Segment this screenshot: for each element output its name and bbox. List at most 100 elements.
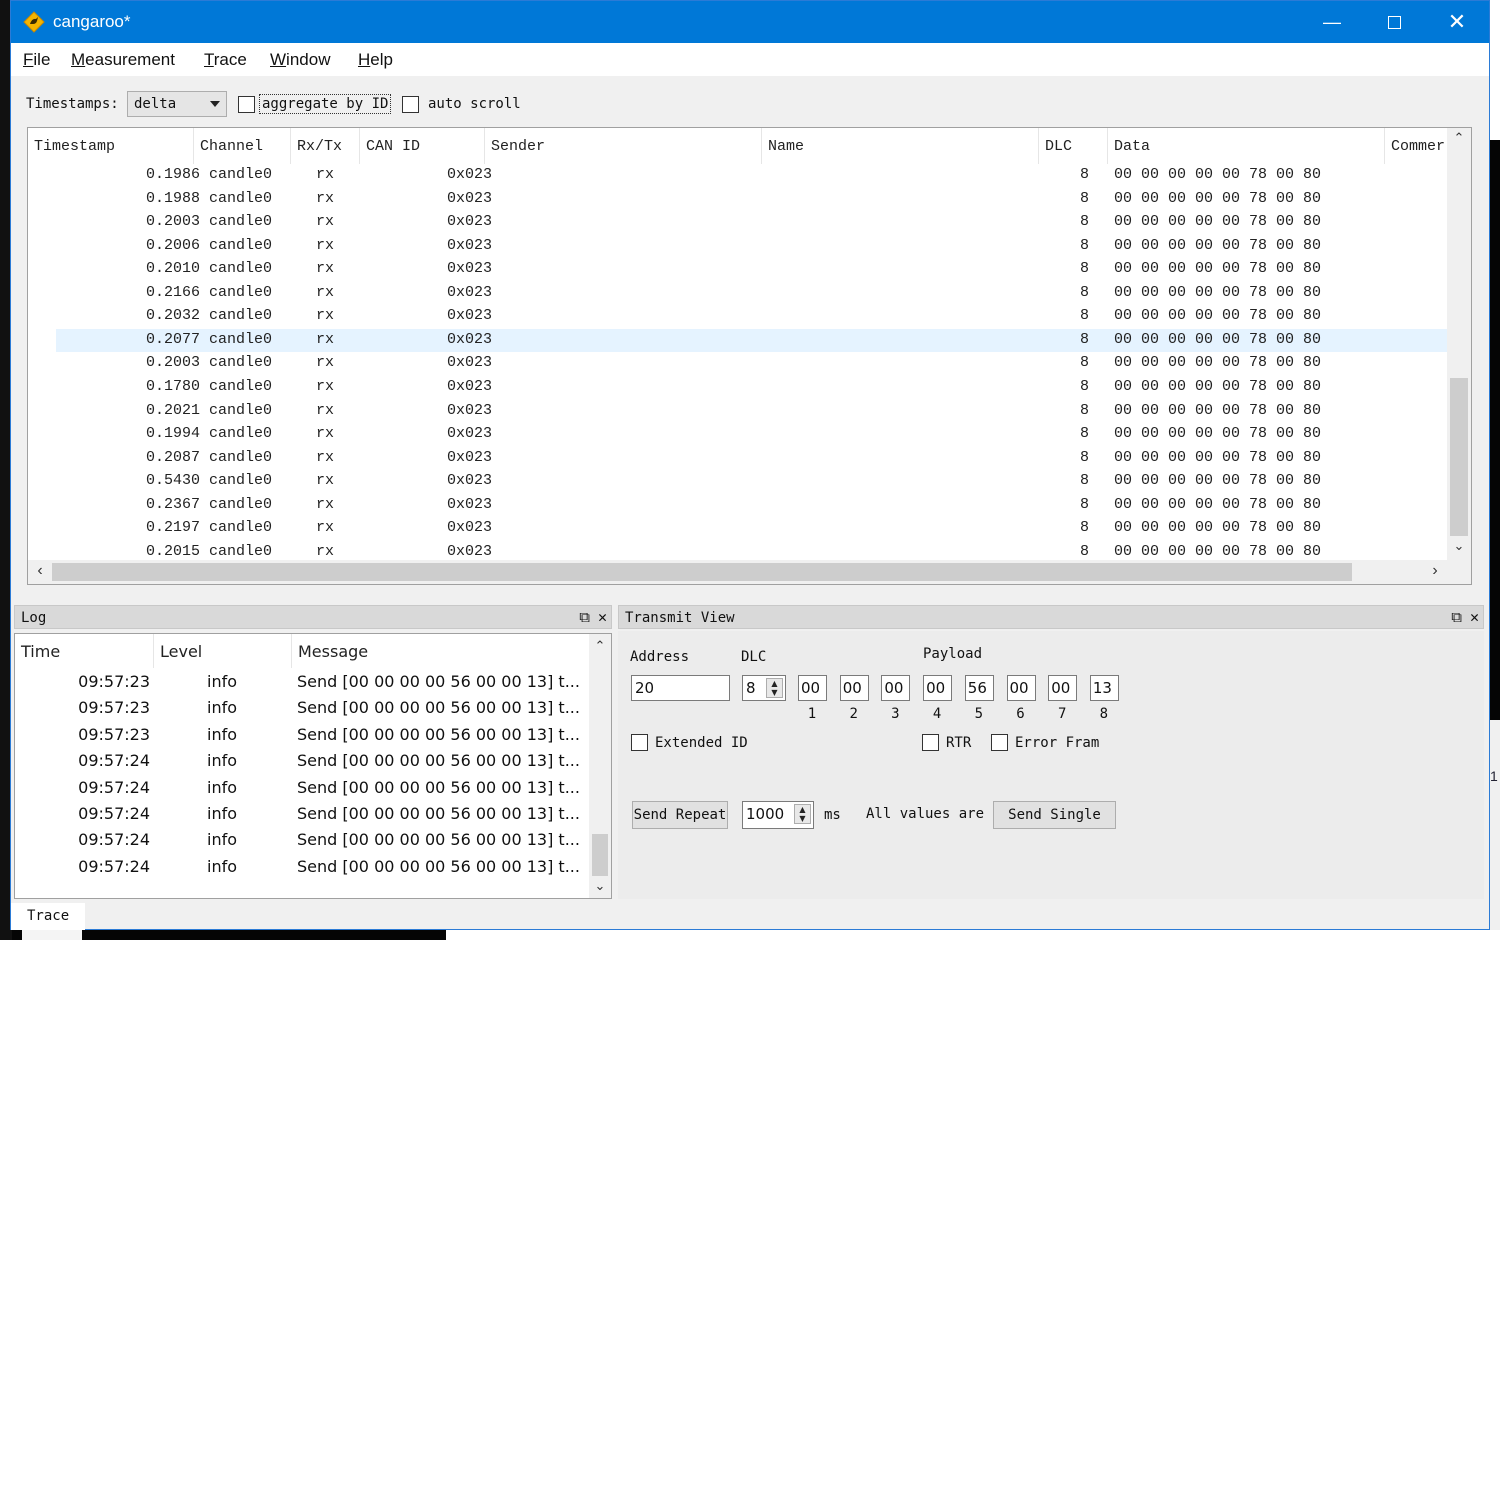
trace-row[interactable]: 0.2166 candle0 rx 0x023 8 00 00 00 00 00 78 0… — [28, 282, 1447, 306]
extended-id-label[interactable]: Extended ID — [655, 735, 748, 751]
menu-help[interactable]: Help — [358, 50, 393, 70]
column-header-comment[interactable]: Commer — [1385, 128, 1449, 164]
trace-hscroll-thumb[interactable] — [52, 563, 1352, 581]
menu-trace[interactable]: Trace — [204, 50, 247, 70]
rtr-checkbox[interactable] — [922, 734, 939, 751]
cell-message: Send [00 00 00 00 56 00 00 13] t... — [297, 830, 580, 850]
column-header-data[interactable]: Data — [1108, 128, 1385, 164]
spin-arrows-icon[interactable]: ▲ ▼ — [794, 804, 811, 824]
cell-dlc: 8 — [1079, 495, 1089, 513]
menu-file[interactable]: File — [23, 50, 50, 70]
scroll-up-icon[interactable]: ⌃ — [1447, 130, 1471, 150]
trace-row[interactable]: 0.2087 candle0 rx 0x023 8 00 00 00 00 00 78 0… — [28, 447, 1447, 471]
cell-channel: candle0 — [209, 448, 273, 466]
log-dock-title: Log — [21, 610, 47, 626]
scroll-left-icon[interactable]: ‹ — [30, 562, 50, 580]
trace-row[interactable]: 0.2021 candle0 rx 0x023 8 00 00 00 00 00 78 0… — [28, 400, 1447, 424]
payload-byte-input[interactable]: 00 — [1006, 675, 1036, 701]
dlc-spinbox[interactable]: 8 ▲ ▼ — [742, 675, 786, 701]
log-row[interactable]: 09:57:24 info Send [00 00 00 00 56 00 00 1… — [15, 855, 580, 881]
column-header-channel[interactable]: Channel — [194, 128, 291, 164]
auto-scroll-checkbox[interactable] — [402, 96, 419, 113]
error-frame-label[interactable]: Error Fram — [1015, 735, 1105, 751]
column-header-rxtx[interactable]: Rx/Tx — [291, 128, 360, 164]
log-row[interactable]: 09:57:23 info Send [00 00 00 00 56 00 00 1… — [15, 723, 580, 749]
scroll-right-icon[interactable]: › — [1425, 562, 1445, 580]
error-frame-checkbox[interactable] — [991, 734, 1008, 751]
payload-byte-input[interactable]: 00 — [798, 675, 827, 701]
aggregate-by-id-label[interactable]: aggregate by ID — [259, 94, 392, 114]
send-repeat-button[interactable]: Send Repeat — [632, 801, 728, 829]
tab-trace[interactable]: Trace — [11, 903, 85, 930]
cell-level: info — [207, 724, 238, 744]
cell-channel: candle0 — [209, 283, 273, 301]
timestamps-select[interactable]: delta — [127, 91, 227, 117]
trace-row[interactable]: 0.2367 candle0 rx 0x023 8 00 00 00 00 00 78 0… — [28, 494, 1447, 518]
trace-row[interactable]: 0.2032 candle0 rx 0x023 8 00 00 00 00 00 78 0… — [28, 305, 1447, 329]
scroll-down-icon[interactable]: ⌄ — [589, 878, 611, 894]
log-row[interactable]: 09:57:23 info Send [00 00 00 00 56 00 00 1… — [15, 696, 580, 722]
trace-row[interactable]: 0.2010 candle0 rx 0x023 8 00 00 00 00 00 78 0… — [28, 258, 1447, 282]
cell-channel: candle0 — [209, 307, 273, 325]
trace-horizontal-scrollbar[interactable]: ‹ › — [28, 560, 1447, 584]
column-header-can-id[interactable]: CAN ID — [360, 128, 485, 164]
column-header-name[interactable]: Name — [762, 128, 1039, 164]
column-header-dlc[interactable]: DLC — [1039, 128, 1108, 164]
column-header-level[interactable]: Level — [154, 634, 292, 668]
log-dock-titlebar[interactable]: Log ⧉ ✕ — [14, 605, 612, 629]
column-header-time[interactable]: Time — [15, 634, 154, 668]
trace-row[interactable]: 0.2006 candle0 rx 0x023 8 00 00 00 00 00 78 0… — [28, 235, 1447, 259]
close-icon[interactable]: ✕ — [598, 608, 607, 626]
log-vscroll-thumb[interactable] — [592, 834, 608, 876]
log-vertical-scrollbar[interactable]: ⌃ ⌄ — [589, 634, 611, 898]
log-row[interactable]: 09:57:24 info Send [00 00 00 00 56 00 00 1… — [15, 802, 580, 828]
column-header-message[interactable]: Message — [292, 634, 589, 668]
close-window-button[interactable]: ✕ — [1426, 1, 1488, 43]
log-row[interactable]: 09:57:24 info Send [00 00 00 00 56 00 00 1… — [15, 828, 580, 854]
payload-byte-input[interactable]: 13 — [1089, 675, 1119, 701]
payload-byte-input[interactable]: 00 — [1048, 675, 1078, 701]
send-single-button[interactable]: Send Single — [993, 801, 1116, 829]
close-icon[interactable]: ✕ — [1470, 608, 1479, 626]
spin-arrows-icon[interactable]: ▲ ▼ — [766, 678, 783, 698]
trace-row[interactable]: 0.1994 candle0 rx 0x023 8 00 00 00 00 00 78 0… — [28, 423, 1447, 447]
transmit-dock-titlebar[interactable]: Transmit View ⧉ ✕ — [618, 605, 1484, 629]
payload-byte-input[interactable]: 00 — [839, 675, 869, 701]
trace-row[interactable]: 0.2003 candle0 rx 0x023 8 00 00 00 00 00 78 0… — [28, 352, 1447, 376]
cell-dlc: 8 — [1079, 448, 1089, 466]
aggregate-by-id-checkbox[interactable] — [238, 96, 255, 113]
extended-id-checkbox[interactable] — [631, 734, 648, 751]
log-row[interactable]: 09:57:24 info Send [00 00 00 00 56 00 00 1… — [15, 749, 580, 775]
scroll-down-icon[interactable]: ⌄ — [1447, 538, 1471, 558]
trace-row[interactable]: 0.2015 candle0 rx 0x023 8 00 00 00 00 00 78 0… — [28, 541, 1447, 562]
payload-byte-input[interactable]: 00 — [881, 675, 911, 701]
trace-vscroll-thumb[interactable] — [1450, 378, 1468, 536]
log-row[interactable]: 09:57:23 info Send [00 00 00 00 56 00 00 1… — [15, 670, 580, 696]
column-header-timestamp[interactable]: Timestamp — [28, 128, 194, 164]
title-bar[interactable]: cangaroo* — ✕ — [11, 1, 1489, 43]
float-icon[interactable]: ⧉ — [579, 608, 590, 626]
payload-byte-input[interactable]: 56 — [964, 675, 994, 701]
trace-row[interactable]: 0.5430 candle0 rx 0x023 8 00 00 00 00 00 78 0… — [28, 470, 1447, 494]
menu-window[interactable]: Window — [270, 50, 330, 70]
trace-vertical-scrollbar[interactable]: ⌃ ⌄ — [1447, 128, 1471, 562]
minimize-button[interactable]: — — [1301, 1, 1363, 43]
trace-row[interactable]: 0.2003 candle0 rx 0x023 8 00 00 00 00 00 78 0… — [28, 211, 1447, 235]
trace-row[interactable]: 0.2077 candle0 rx 0x023 8 00 00 00 00 00 78 0… — [56, 328, 1447, 353]
trace-row[interactable]: 0.2197 candle0 rx 0x023 8 00 00 00 00 00 78 0… — [28, 517, 1447, 541]
log-row[interactable]: 09:57:24 info Send [00 00 00 00 56 00 00 1… — [15, 776, 580, 802]
trace-row[interactable]: 0.1780 candle0 rx 0x023 8 00 00 00 00 00 78 0… — [28, 376, 1447, 400]
menu-measurement[interactable]: Measurement — [71, 50, 175, 70]
trace-row[interactable]: 0.1988 candle0 rx 0x023 8 00 00 00 00 00 78 0… — [28, 188, 1447, 212]
payload-byte-input[interactable]: 00 — [923, 675, 953, 701]
cell-data: 00 00 00 00 00 78 00 80 — [1114, 260, 1322, 278]
auto-scroll-label[interactable]: auto scroll — [428, 96, 521, 112]
trace-row[interactable]: 0.1986 candle0 rx 0x023 8 00 00 00 00 00 78 0… — [28, 164, 1447, 188]
address-input[interactable]: 20 — [631, 675, 730, 701]
maximize-button[interactable] — [1363, 1, 1425, 43]
column-header-sender[interactable]: Sender — [485, 128, 762, 164]
float-icon[interactable]: ⧉ — [1451, 608, 1462, 626]
scroll-up-icon[interactable]: ⌃ — [589, 638, 611, 654]
rtr-label[interactable]: RTR — [946, 735, 971, 751]
repeat-interval-spinbox[interactable]: 1000 ▲ ▼ — [742, 801, 814, 829]
